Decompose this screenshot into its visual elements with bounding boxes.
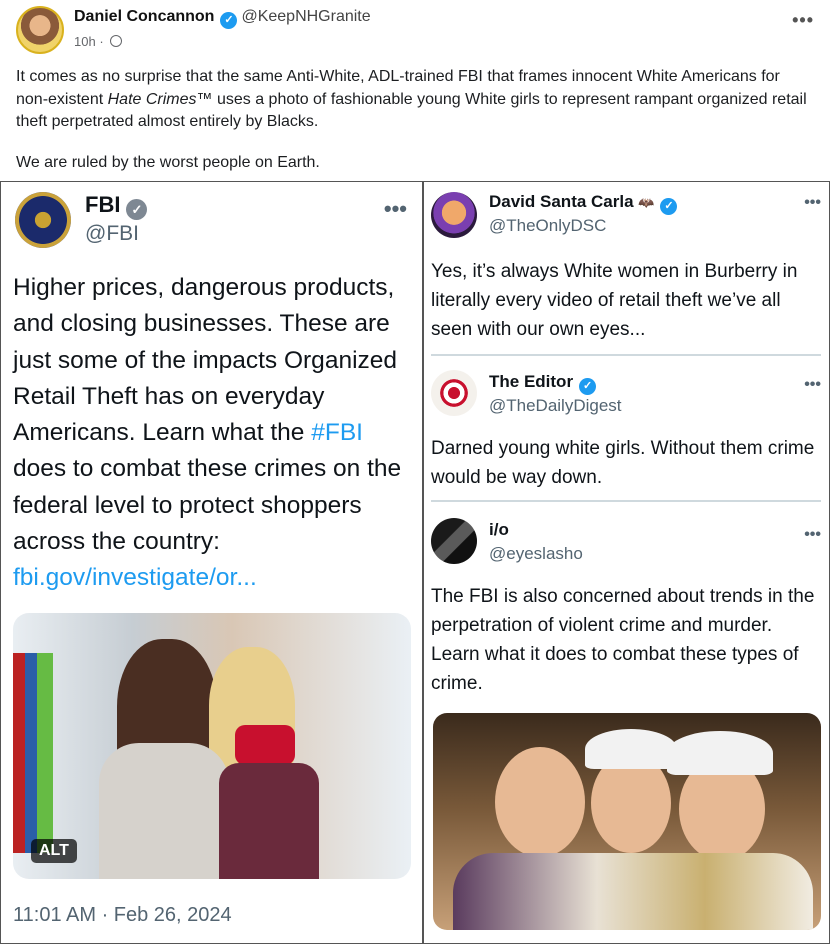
reply-name-line: The Editor ✓ (489, 372, 600, 395)
hashtag-link: #FBI (311, 419, 363, 447)
reply-avatar (431, 370, 477, 416)
photo-clothes (453, 853, 813, 930)
reply-avatar (431, 518, 477, 564)
verified-check-icon: ✓ (579, 378, 597, 395)
reply-name: David Santa Carla (489, 192, 634, 211)
verified-check-icon: ✓ (220, 12, 238, 29)
replies-screenshot: David Santa Carla 🦇 ✓ @TheOnlyDSC ••• Yes… (425, 182, 829, 942)
globe-icon (110, 35, 123, 47)
verified-check-icon: ✓ (126, 199, 148, 220)
url-link: fbi.gov/investigate/or... (13, 564, 257, 592)
photo-person (495, 747, 585, 857)
post-media[interactable]: FBI ✓ @FBI ••• Higher prices, dangerous p… (0, 181, 830, 944)
elderly-women-photo (433, 713, 821, 930)
photo-jacket (219, 763, 319, 879)
reply-text: Yes, it’s always White women in Burberry… (431, 261, 798, 340)
reply-handle: @TheOnlyDSC (489, 216, 607, 235)
author-line: Daniel Concannon ✓ @KeepNHGranite (74, 8, 371, 29)
shoppers-photo: ALT (13, 613, 411, 879)
photo-rack-clothes (13, 653, 53, 853)
more-dots-icon: ••• (383, 196, 407, 221)
fbi-name-line: FBI ✓ (85, 192, 151, 220)
reply-text: The FBI is also concerned about trends i… (431, 586, 815, 694)
post-time[interactable]: 10h (74, 34, 96, 49)
tweet-text-part: does to combat these crimes on the feder… (13, 455, 402, 556)
more-dots-icon: ••• (804, 526, 821, 543)
post-paragraph-1: It comes as no surprise that the same An… (16, 66, 816, 134)
fbi-tweet-text: Higher prices, dangerous products, and c… (13, 270, 417, 597)
author-avatar[interactable] (16, 6, 64, 54)
verified-check-icon: ✓ (660, 198, 678, 215)
alt-badge: ALT (31, 839, 77, 863)
post-text-emphasis: Hate Crimes (107, 90, 197, 108)
reply-handle: @eyeslasho (489, 544, 583, 563)
author-handle[interactable]: @KeepNHGranite (241, 8, 370, 25)
post-meta: 10h · (74, 34, 123, 49)
more-dots-icon[interactable]: ••• (792, 10, 814, 31)
reply-separator (431, 500, 821, 502)
reply-name: The Editor (489, 372, 574, 391)
fbi-name: FBI (85, 192, 121, 217)
media-divider (422, 182, 424, 943)
more-dots-icon: ••• (804, 194, 821, 211)
reply-handle: @TheDailyDigest (489, 396, 622, 415)
fbi-handle: @FBI (85, 222, 139, 245)
reply-name: i/o (489, 520, 509, 539)
reply-separator (431, 354, 821, 356)
fbi-seal-avatar (15, 192, 71, 248)
bat-emoji-icon: 🦇 (638, 195, 655, 210)
photo-scarf (235, 725, 295, 765)
reply-avatar (431, 192, 477, 238)
reply-name-line: David Santa Carla 🦇 ✓ (489, 192, 681, 215)
photo-coat (99, 743, 229, 879)
post-paragraph-2: We are ruled by the worst people on Eart… (16, 153, 320, 171)
photo-hat (585, 729, 677, 769)
meta-dot: · (99, 34, 104, 49)
fbi-tweet-screenshot: FBI ✓ @FBI ••• Higher prices, dangerous p… (1, 182, 421, 942)
post-body: It comes as no surprise that the same An… (16, 66, 816, 174)
reply-name-line: i/o (489, 520, 509, 540)
fbi-tweet-timestamp: 11:01 AM · Feb 26, 2024 (13, 904, 232, 926)
post-header: Daniel Concannon ✓ @KeepNHGranite 10h · ••… (16, 4, 818, 56)
reply-text: Darned young white girls. Without them c… (431, 438, 815, 488)
more-dots-icon: ••• (804, 376, 821, 393)
author-name[interactable]: Daniel Concannon (74, 8, 214, 25)
photo-hat (667, 731, 773, 775)
